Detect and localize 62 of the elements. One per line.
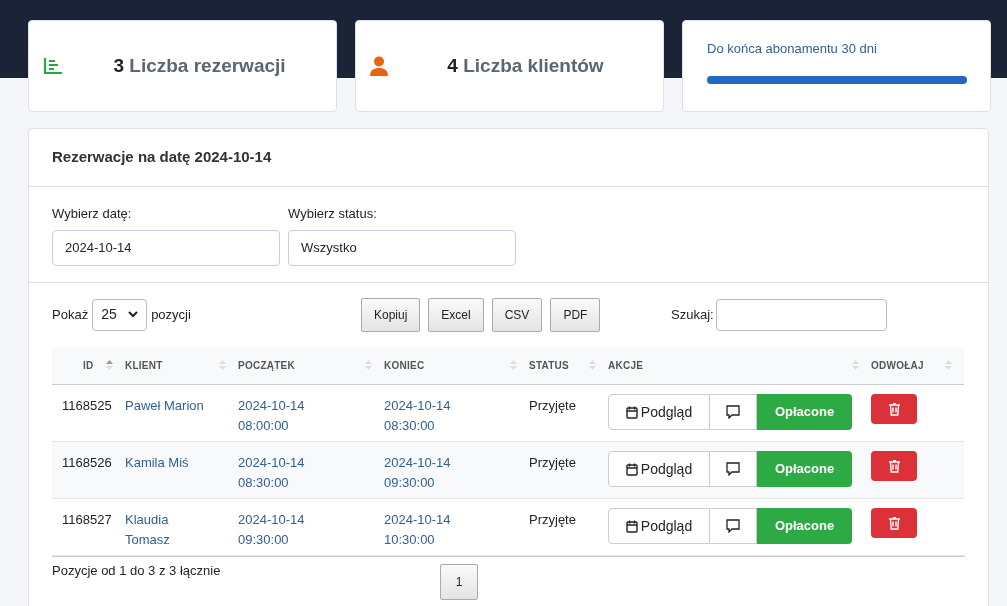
column-header[interactable]: POCZĄTEK [238, 346, 384, 385]
export-button[interactable]: Excel [428, 297, 484, 332]
id-cell: 1168525 [62, 398, 112, 413]
column-header[interactable]: KONIEC [384, 346, 529, 385]
column-header[interactable]: KLIENT [125, 346, 238, 385]
preview-button[interactable]: Podgląd [608, 451, 710, 487]
delete-button[interactable] [871, 508, 917, 538]
status-cell: Przyjęte [529, 512, 576, 527]
subscription-text: Do końca abonamentu 30 dni [707, 40, 878, 58]
chevron-down-icon [128, 311, 139, 318]
show-label: Pokaż [52, 305, 89, 324]
end-time[interactable]: 2024-10-14 10:30:00 [384, 510, 529, 550]
start-time[interactable]: 2024-10-14 09:30:00 [238, 510, 384, 550]
delete-button[interactable] [871, 394, 917, 424]
delete-button[interactable] [871, 451, 917, 481]
column-header[interactable]: ODWOŁAJ [871, 346, 964, 385]
export-button[interactable]: PDF [550, 297, 601, 332]
column-header[interactable]: AKCJE [608, 346, 871, 385]
filter-label: Wybierz status: [288, 205, 378, 223]
column-header[interactable]: STATUS [529, 346, 608, 385]
trash-icon [888, 459, 900, 473]
comment-icon [726, 405, 740, 419]
filter-field[interactable]: 2024-10-14 [52, 229, 280, 266]
client-link[interactable]: Kamila Miś [125, 453, 189, 473]
search-label: Szukaj: [671, 305, 714, 324]
comment-icon [726, 462, 740, 476]
export-button[interactable]: CSV [491, 297, 543, 332]
end-time[interactable]: 2024-10-14 08:30:00 [384, 396, 529, 436]
calendar-icon [625, 519, 638, 533]
comment-icon [726, 519, 740, 533]
person-icon [370, 56, 388, 76]
show-label: pozycji [151, 305, 191, 324]
column-header[interactable]: ID [52, 346, 125, 385]
client-link[interactable]: Paweł Marion [125, 396, 204, 416]
panel-title: Rezerwacje na datę 2024-10-14 [29, 129, 988, 187]
start-time[interactable]: 2024-10-14 08:00:00 [238, 396, 384, 436]
calendar-icon [625, 462, 638, 476]
end-time[interactable]: 2024-10-14 09:30:00 [384, 453, 529, 493]
filter-label: Wybierz datę: [52, 205, 133, 223]
stat-text: 4 Liczba klientów [447, 53, 604, 78]
page-size-select[interactable]: 25 [92, 298, 148, 331]
page-button[interactable]: 1 [440, 564, 478, 600]
client-link[interactable]: Klaudia Tomasz [125, 510, 210, 550]
id-cell: 1168526 [62, 455, 112, 470]
filter-field[interactable]: Wszystko [288, 229, 516, 266]
comment-button[interactable] [710, 394, 757, 430]
calendar-icon [625, 405, 638, 419]
status-cell: Przyjęte [529, 398, 576, 413]
comment-button[interactable] [710, 508, 757, 544]
bar-chart-icon [43, 57, 63, 75]
comment-button[interactable] [710, 451, 757, 487]
search-field[interactable] [715, 298, 887, 331]
preview-button[interactable]: Podgląd [608, 394, 710, 430]
trash-icon [888, 402, 900, 416]
export-button[interactable]: Kopiuj [361, 297, 421, 332]
table-info: Pozycje od 1 do 3 z 3 łącznie [52, 562, 222, 580]
start-time[interactable]: 2024-10-14 08:30:00 [238, 453, 384, 493]
id-cell: 1168527 [62, 512, 112, 527]
preview-button[interactable]: Podgląd [608, 508, 710, 544]
stat-text: 3 Liczba rezerwacji [113, 53, 286, 78]
trash-icon [888, 516, 900, 530]
status-cell: Przyjęte [529, 455, 576, 470]
